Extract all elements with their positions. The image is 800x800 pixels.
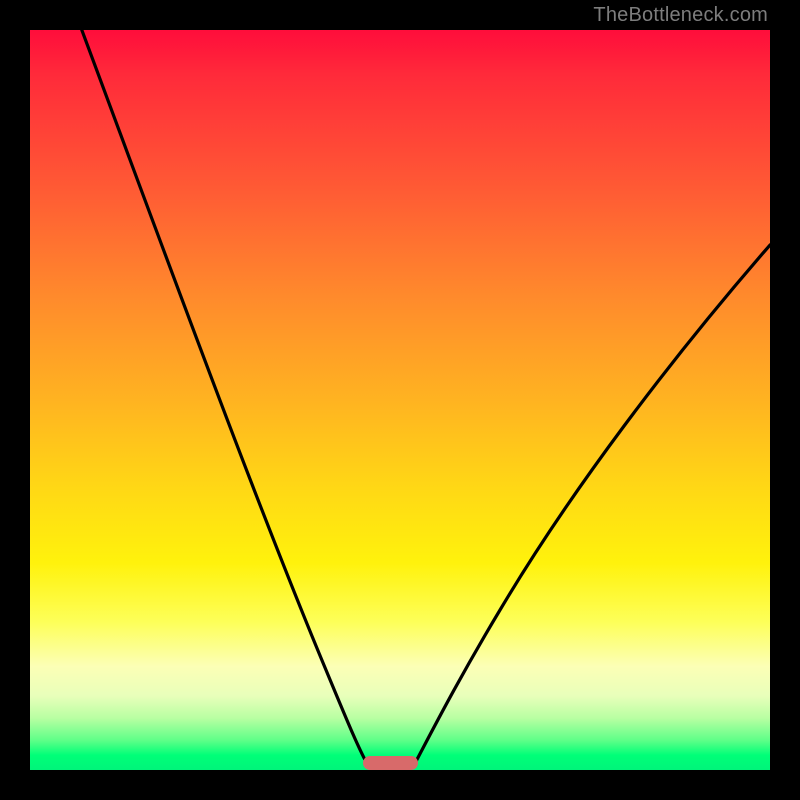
curves-svg <box>30 30 770 770</box>
right-curve <box>413 245 770 767</box>
outer-frame: TheBottleneck.com <box>0 0 800 800</box>
minimum-marker <box>363 756 418 770</box>
watermark-text: TheBottleneck.com <box>593 4 768 27</box>
plot-area <box>30 30 770 770</box>
left-curve <box>82 30 369 767</box>
